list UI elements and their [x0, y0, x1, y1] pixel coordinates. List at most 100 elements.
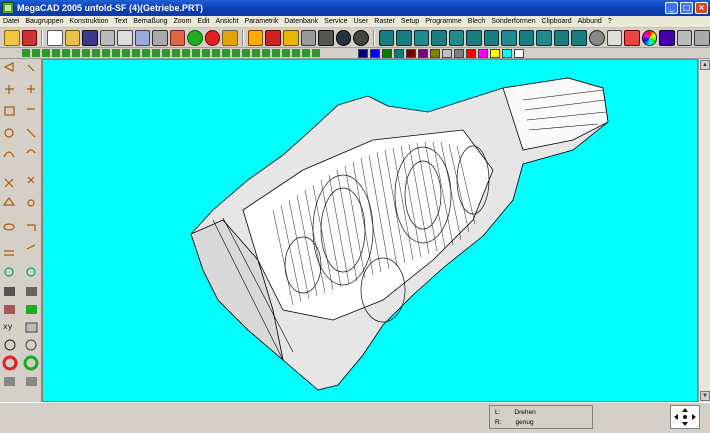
- tools-icon[interactable]: [694, 29, 710, 46]
- menu-blech[interactable]: Blech: [465, 18, 489, 25]
- axes-icon[interactable]: [265, 29, 281, 46]
- snap-icon[interactable]: [192, 49, 200, 57]
- snap-icon[interactable]: [142, 49, 150, 57]
- menu-konstruktion[interactable]: Konstruktion: [67, 18, 112, 25]
- menu-edit[interactable]: Edit: [194, 18, 212, 25]
- snap-icon[interactable]: [172, 49, 180, 57]
- render-settings-icon[interactable]: [676, 29, 693, 46]
- layers-icon[interactable]: [282, 29, 299, 46]
- close-button[interactable]: ×: [695, 2, 708, 14]
- color-swatch-olive[interactable]: [430, 48, 440, 58]
- color-wheel-icon[interactable]: [335, 29, 352, 46]
- solid-box-icon[interactable]: [448, 29, 465, 46]
- pen-icon[interactable]: [169, 29, 186, 46]
- snap-icon[interactable]: [292, 49, 300, 57]
- menu-parametrik[interactable]: Parametrik: [241, 18, 281, 25]
- solid-box-icon[interactable]: [431, 29, 447, 46]
- sphere-icon[interactable]: [353, 29, 369, 46]
- grid-icon[interactable]: [21, 29, 38, 46]
- menu-abbund[interactable]: Abbund: [575, 18, 605, 25]
- color-wheel-icon[interactable]: [641, 29, 658, 46]
- menu-bemassung[interactable]: Bemaßung: [130, 18, 170, 25]
- snap-icon[interactable]: [32, 49, 40, 57]
- gear-wheel-icon[interactable]: [589, 29, 605, 46]
- solid-box-icon[interactable]: [378, 29, 395, 46]
- palette-icon[interactable]: [659, 29, 675, 46]
- color-swatch-purple[interactable]: [418, 48, 428, 58]
- g-icon[interactable]: [204, 29, 221, 46]
- menu-sonderformen[interactable]: Sonderformen: [488, 18, 538, 25]
- color-swatch-magenta[interactable]: [478, 48, 488, 58]
- solid-box-icon[interactable]: [396, 29, 412, 46]
- snap-icon[interactable]: [162, 49, 170, 57]
- color-swatch-maroon[interactable]: [406, 48, 416, 58]
- align-icon[interactable]: [300, 29, 317, 46]
- envelope-icon[interactable]: [4, 29, 20, 46]
- snap-icon[interactable]: [152, 49, 160, 57]
- solid-box-icon[interactable]: [518, 29, 535, 46]
- solid-box-icon[interactable]: [501, 29, 517, 46]
- render-icon[interactable]: [152, 29, 168, 46]
- menu-user[interactable]: User: [351, 18, 372, 25]
- dxf-icon[interactable]: [624, 29, 640, 46]
- menu-zoom[interactable]: Zoom: [171, 18, 195, 25]
- color-swatch-silver[interactable]: [442, 48, 452, 58]
- snap-icon[interactable]: [222, 49, 230, 57]
- color-swatch-teal[interactable]: [394, 48, 404, 58]
- solid-cylinder-icon[interactable]: [571, 29, 587, 46]
- menu-raster[interactable]: Raster: [371, 18, 398, 25]
- drawing-canvas[interactable]: [42, 59, 698, 402]
- move-icon[interactable]: [247, 29, 264, 46]
- snap-icon[interactable]: [212, 49, 220, 57]
- snap-icon[interactable]: [272, 49, 280, 57]
- vertical-scrollbar[interactable]: ▲ ▼: [698, 59, 710, 402]
- snap-icon[interactable]: [132, 49, 140, 57]
- menu-text[interactable]: Text: [111, 18, 130, 25]
- dimension-icon[interactable]: [318, 29, 334, 46]
- snap-icon[interactable]: [22, 49, 30, 57]
- solid-box-icon[interactable]: [536, 29, 552, 46]
- color-swatch-navy[interactable]: [358, 48, 368, 58]
- snap-icon[interactable]: [82, 49, 90, 57]
- color-swatch-red[interactable]: [466, 48, 476, 58]
- snap-icon[interactable]: [122, 49, 130, 57]
- zoom-icon[interactable]: [117, 29, 133, 46]
- color-swatch-green[interactable]: [382, 48, 392, 58]
- solid-box-icon[interactable]: [413, 29, 430, 46]
- rotate-icon[interactable]: [222, 29, 238, 46]
- snap-icon[interactable]: [302, 49, 310, 57]
- menu-programme[interactable]: Programme: [422, 18, 465, 25]
- snap-icon[interactable]: [312, 49, 320, 57]
- new-file-icon[interactable]: [47, 29, 63, 46]
- maximize-button[interactable]: □: [680, 2, 693, 14]
- title-bar[interactable]: MegaCAD 2005 unfold-SF (4)(Getriebe.PRT)…: [0, 0, 710, 16]
- snap-icon[interactable]: [52, 49, 60, 57]
- color-swatch-blue[interactable]: [370, 48, 380, 58]
- snap-icon[interactable]: [202, 49, 210, 57]
- snap-icon[interactable]: [102, 49, 110, 57]
- menu-baugruppen[interactable]: Baugruppen: [22, 18, 66, 25]
- snap-icon[interactable]: [282, 49, 290, 57]
- color-swatch-cyan[interactable]: [502, 48, 512, 58]
- text-tool-icon[interactable]: [606, 29, 623, 46]
- minimize-button[interactable]: _: [665, 2, 678, 14]
- snap-icon[interactable]: [42, 49, 50, 57]
- scroll-down-arrow-icon[interactable]: ▼: [700, 391, 710, 401]
- snap-icon[interactable]: [252, 49, 260, 57]
- snap-icon[interactable]: [232, 49, 240, 57]
- snap-icon[interactable]: [92, 49, 100, 57]
- menu-setup[interactable]: Setup: [398, 18, 422, 25]
- solid-cylinder-icon[interactable]: [553, 29, 570, 46]
- menu-datei[interactable]: Datei: [0, 18, 22, 25]
- color-swatch-yellow[interactable]: [490, 48, 500, 58]
- snap-icon[interactable]: [242, 49, 250, 57]
- solid-cylinder-icon[interactable]: [466, 29, 482, 46]
- menu-service[interactable]: Service: [321, 18, 350, 25]
- print-icon[interactable]: [99, 29, 116, 46]
- snap-icon[interactable]: [182, 49, 190, 57]
- snap-icon[interactable]: [262, 49, 270, 57]
- megacad-app-icon[interactable]: [2, 2, 14, 14]
- snap-icon[interactable]: [62, 49, 70, 57]
- image-icon[interactable]: [134, 29, 151, 46]
- redo-icon[interactable]: [187, 29, 203, 46]
